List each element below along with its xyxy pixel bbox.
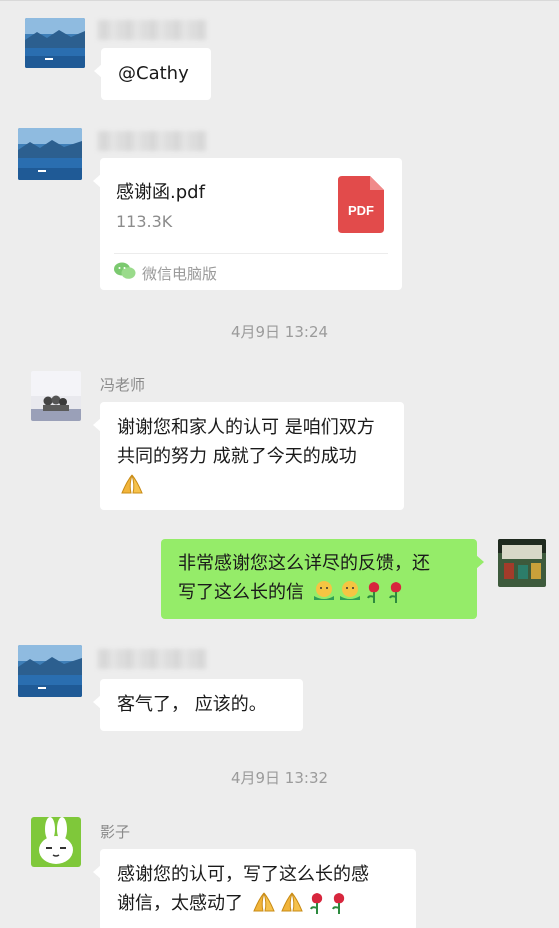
pdf-icon: PDF	[338, 176, 384, 233]
hug-emoji	[339, 581, 360, 600]
message-bubble[interactable]: @Cathy	[94, 48, 211, 100]
timestamp: 4月9日 13:24	[230, 323, 329, 341]
message-text-line: 感谢您的认可，写了这么长的感	[117, 864, 369, 885]
blurred-sender-name	[97, 20, 207, 40]
chat-window: @Cathy 感谢函.pdf 113.3K PDF 微信电脑版 4月9日 13:…	[0, 0, 559, 928]
rose-emoji	[309, 893, 322, 914]
file-name: 感谢函.pdf	[116, 182, 205, 203]
message-text-line: 谢信，太感动了	[117, 893, 243, 914]
file-card[interactable]: 感谢函.pdf 113.3K PDF 微信电脑版	[93, 158, 402, 290]
sender-name: 冯老师	[100, 376, 146, 394]
top-divider	[0, 0, 559, 1]
message-text-line: 写了这么长的信	[178, 582, 304, 603]
file-source: 微信电脑版	[114, 262, 217, 284]
timestamp: 4月9日 13:32	[230, 769, 329, 787]
message-bubble[interactable]: 感谢您的认可，写了这么长的感 谢信，太感动了	[93, 849, 416, 928]
message-bubble-self[interactable]: 非常感谢您这么详尽的反馈，还 写了这么长的信	[161, 539, 484, 619]
file-divider	[114, 253, 388, 254]
message-text: 谢谢您和家人的认可 是咱们双方共同的努力 成就了今天的成功	[117, 417, 375, 467]
emoji-group	[251, 891, 349, 915]
wechat-icon	[114, 262, 136, 284]
message-text: 客气了， 应该的。	[117, 694, 267, 715]
pray-emoji	[280, 892, 303, 912]
file-size: 113.3K	[116, 212, 173, 231]
hug-emoji	[313, 581, 334, 600]
landscape-avatar[interactable]	[18, 645, 82, 697]
pray-emoji	[119, 473, 145, 495]
landscape-avatar[interactable]	[25, 18, 85, 68]
rabbit-avatar[interactable]	[31, 817, 81, 867]
pdf-label: PDF	[348, 203, 374, 218]
message-text: @Cathy	[118, 63, 189, 84]
file-source-label: 微信电脑版	[142, 264, 218, 283]
rose-emoji	[366, 582, 379, 603]
landscape-avatar[interactable]	[18, 128, 82, 180]
emoji-group	[312, 580, 406, 604]
rose-emoji	[331, 893, 344, 914]
rose-emoji	[388, 582, 401, 603]
pray-emoji	[252, 892, 275, 912]
photo-avatar[interactable]	[498, 539, 546, 587]
message-text-line: 非常感谢您这么详尽的反馈，还	[178, 553, 430, 574]
blurred-sender-name	[97, 649, 207, 669]
blurred-sender-name	[97, 131, 207, 151]
message-bubble[interactable]: 谢谢您和家人的认可 是咱们双方共同的努力 成就了今天的成功	[93, 402, 404, 510]
message-bubble[interactable]: 客气了， 应该的。	[93, 679, 303, 731]
sender-name: 影子	[100, 823, 131, 841]
people-avatar[interactable]	[31, 371, 81, 421]
